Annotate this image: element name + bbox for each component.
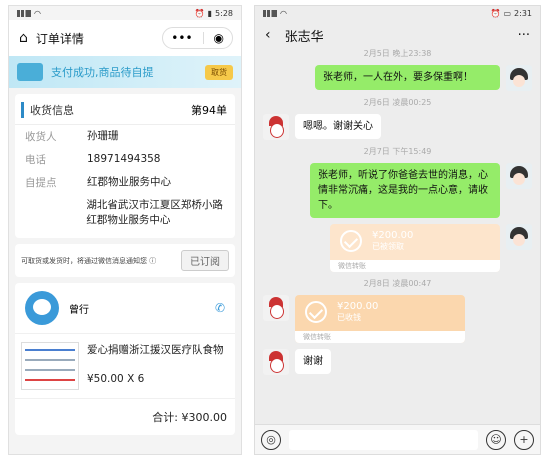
banner-text: 支付成功,商品待自提 — [51, 66, 154, 79]
subscribe-bar: 可取货或发货时，将通过微信消息通知您 ⓘ 已订阅 — [15, 244, 235, 277]
row-key: 自提点 — [25, 177, 57, 189]
transfer-card[interactable]: ¥200.00 已被领取 微信转账 — [330, 224, 500, 272]
message-in: 嗯嗯。谢谢关心 — [263, 114, 532, 140]
more-icon[interactable]: ••• — [171, 31, 192, 45]
battery-icon: ▭ — [503, 8, 512, 18]
status-bar: ◠ ⏰ ▮ 5:28 — [9, 6, 241, 20]
phone-icon[interactable]: ✆ — [215, 301, 225, 315]
product-thumbnail[interactable] — [21, 342, 79, 390]
subscribe-text: 可取货或发货时，将通过微信消息通知您 ⓘ — [21, 256, 157, 265]
contact-avatar[interactable] — [263, 114, 289, 140]
receiver-row: 收货人 孙珊珊 — [15, 125, 235, 148]
order-number: 第94单 — [191, 104, 227, 117]
transfer-amount: ¥200.00 — [337, 301, 379, 312]
contact-name: 张志华 — [284, 29, 324, 45]
clock: 2:31 — [514, 8, 532, 18]
signal-icon — [17, 9, 31, 17]
row-key: 电话 — [25, 154, 46, 166]
ticket-icon — [17, 63, 43, 81]
message-out: 张老师，听说了你爸爸去世的消息，心情非常沉痛，这是我的一点心意，请收下。 — [263, 163, 532, 218]
product-price: ¥50.00 X 6 — [87, 373, 145, 385]
alarm-icon: ⏰ — [490, 8, 501, 18]
contact-avatar[interactable] — [263, 295, 289, 321]
transfer-out: ¥200.00 已被领取 微信转账 — [263, 224, 532, 272]
timestamp: 2月5日 晚上23:38 — [363, 49, 432, 58]
transfer-in: ¥200.00 已收钱 微信转账 — [263, 295, 532, 343]
subscribed-button[interactable]: 已订阅 — [181, 250, 229, 271]
sender-avatar[interactable] — [506, 224, 532, 250]
timestamp: 2月8日 凌晨00:47 — [363, 279, 432, 288]
more-button[interactable]: ··· — [518, 28, 530, 43]
input-bar: ◎ ☺ + — [255, 424, 540, 454]
back-icon[interactable]: ‹ — [265, 27, 271, 43]
emoji-icon[interactable]: ☺ — [486, 429, 506, 450]
phone-row: 电话 18971494358 — [15, 148, 235, 171]
alarm-icon: ⏰ — [194, 8, 205, 18]
timestamp: 2月7日 下午15:49 — [363, 147, 432, 156]
check-icon — [305, 301, 327, 323]
plus-icon[interactable]: + — [514, 429, 534, 450]
check-icon — [340, 230, 362, 252]
wifi-icon: ◠ — [34, 8, 41, 18]
row-value: 红郡物业服务中心 — [87, 176, 171, 188]
status-bar: ◠ ⏰ ▭ 2:31 — [255, 6, 540, 20]
contact-avatar[interactable] — [263, 349, 289, 375]
transfer-card[interactable]: ¥200.00 已收钱 微信转账 — [295, 295, 465, 343]
address-row: 湖北省武汉市江夏区郑桥小路红郡物业服务中心 — [15, 194, 235, 238]
page-title: 订单详情 — [35, 31, 84, 46]
pickup-pill[interactable]: 取货 — [205, 64, 233, 80]
message-in: 谢谢 — [263, 349, 532, 375]
target-icon[interactable]: ◉ — [214, 31, 224, 45]
battery-icon: ▮ — [207, 8, 213, 18]
top-nav: ⌂ 订单详情 ••• ◉ — [9, 20, 241, 56]
receiver-card: 收货信息 第94单 收货人 孙珊珊 电话 18971494358 自提点 红郡物业服务… — [15, 94, 235, 238]
order-total: 合计: ¥300.00 — [15, 398, 235, 435]
voice-icon[interactable]: ◎ — [261, 429, 281, 450]
shop-name: 曾行 — [69, 304, 89, 316]
timestamp: 2月6日 凌晨00:25 — [363, 98, 432, 107]
transfer-amount: ¥200.00 — [372, 230, 414, 241]
message-bubble[interactable]: 张老师，一人在外，要多保重啊！ — [315, 65, 500, 90]
message-input[interactable] — [289, 429, 478, 450]
capsule-menu[interactable]: ••• ◉ — [162, 27, 233, 49]
shop-avatar — [25, 291, 59, 325]
order-detail-screen: ◠ ⏰ ▮ 5:28 ⌂ 订单详情 ••• ◉ 支付成功,商品待自提 取货 收货信息… — [8, 5, 242, 455]
payment-banner: 支付成功,商品待自提 取货 — [9, 56, 241, 88]
transfer-status: 已被领取 — [372, 242, 404, 251]
message-bubble[interactable]: 谢谢 — [295, 349, 331, 374]
message-bubble[interactable]: 嗯嗯。谢谢关心 — [295, 114, 381, 139]
sender-avatar[interactable] — [506, 163, 532, 189]
signal-icon — [263, 9, 277, 17]
transfer-label: 微信转账 — [330, 260, 500, 272]
row-value[interactable]: 18971494358 — [87, 152, 161, 167]
transfer-label: 微信转账 — [295, 331, 465, 343]
chat-screen: ◠ ⏰ ▭ 2:31 ‹ 张志华 ··· 2月5日 晚上23:38 张老师，一人在外… — [254, 5, 541, 455]
message-bubble[interactable]: 张老师，听说了你爸爸去世的消息，心情非常沉痛，这是我的一点心意，请收下。 — [310, 163, 500, 218]
receiver-heading: 收货信息 — [21, 102, 74, 118]
message-out: 张老师，一人在外，要多保重啊！ — [263, 65, 532, 91]
pickup-row: 自提点 红郡物业服务中心 — [15, 171, 235, 194]
transfer-status: 已收钱 — [337, 313, 361, 322]
sender-avatar[interactable] — [506, 65, 532, 91]
row-value: 孙珊珊 — [87, 130, 119, 142]
chat-header: ‹ 张志华 ··· — [255, 20, 540, 50]
address-text: 湖北省武汉市江夏区郑桥小路红郡物业服务中心 — [86, 199, 223, 226]
row-key: 收货人 — [25, 131, 57, 143]
product-card: 曾行 ✆ 爱心捐赠浙江援汉医疗队食物 ¥50.00 X 6 合计: ¥300.0… — [15, 283, 235, 435]
home-icon[interactable]: ⌂ — [19, 30, 28, 46]
wifi-icon: ◠ — [280, 8, 287, 18]
product-name: 爱心捐赠浙江援汉医疗队食物 — [87, 344, 224, 356]
clock: 5:28 — [215, 8, 233, 18]
